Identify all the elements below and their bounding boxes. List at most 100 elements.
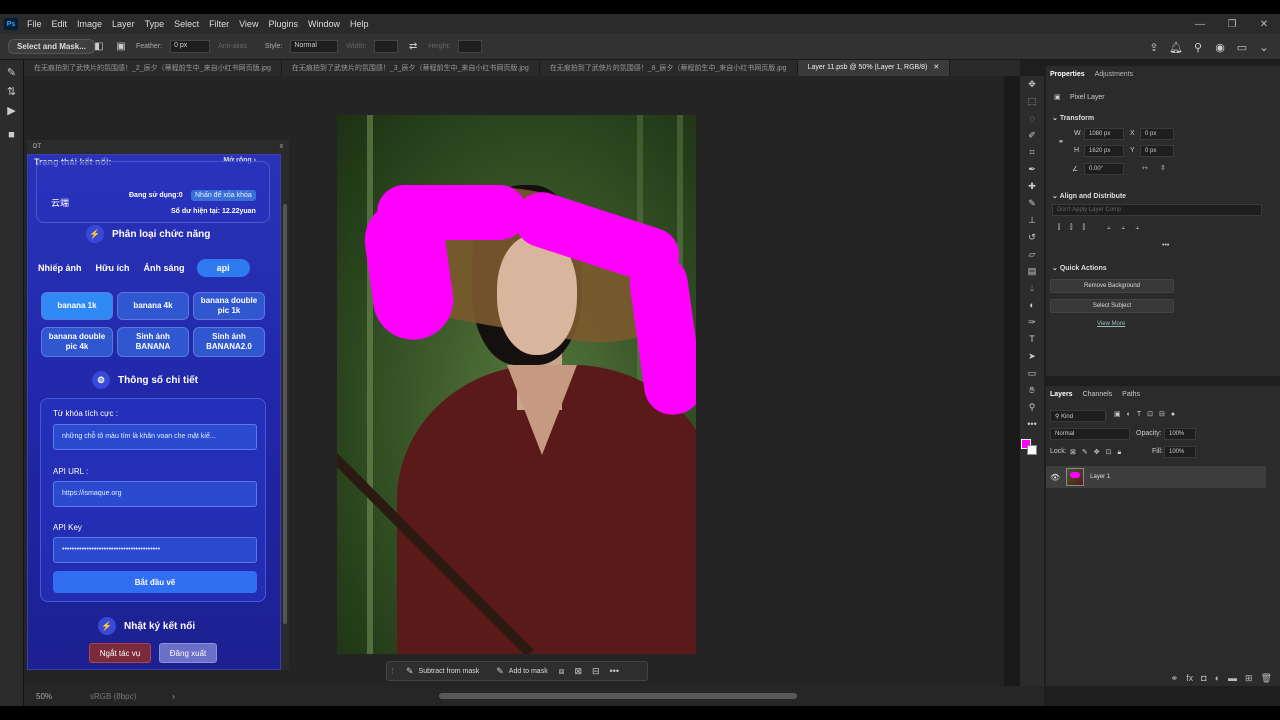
share-icon[interactable]: ⇪ [1144, 38, 1164, 56]
mask-invert-icon[interactable]: ⧈ [559, 666, 565, 677]
more-icon[interactable]: ••• [1162, 242, 1169, 249]
menu-edit[interactable]: Edit [52, 19, 68, 29]
feather-input[interactable]: 0 px [170, 40, 211, 53]
zoom-level[interactable]: 50% [36, 692, 52, 701]
api-url-input[interactable]: https://ismaque.org [53, 481, 257, 507]
tab-document-3[interactable]: 在无痕拍到了武侠片的氛围感！_8_辰夕（蒂程前生中_来自小红书网页版.jpg [540, 60, 798, 76]
maximize-icon[interactable]: ❐ [1216, 19, 1248, 30]
bell-icon[interactable]: 🔔︎ [1166, 38, 1186, 56]
y-field[interactable]: 0 px [1140, 145, 1174, 157]
angle-field[interactable]: 0.00° [1084, 163, 1124, 175]
width-field[interactable]: 1080 px [1084, 128, 1124, 140]
mask-refine-icon[interactable]: ⊠ [574, 666, 582, 677]
layer-comp-select[interactable]: Don't Apply Layer Comp [1052, 204, 1262, 216]
tab-paths[interactable]: Paths [1122, 391, 1140, 398]
menu-layer[interactable]: Layer [112, 19, 135, 29]
subtract-from-mask-button[interactable]: ✎ Subtract from mask [395, 663, 485, 679]
type-tool-icon[interactable]: T [1020, 331, 1044, 348]
menu-filter[interactable]: Filter [209, 19, 229, 29]
menu-image[interactable]: Image [77, 19, 102, 29]
gen-banana-button[interactable]: Sinh ảnh BANANA [117, 327, 189, 357]
more-tools-icon[interactable]: ••• [1020, 416, 1044, 433]
quick-actions-header[interactable]: ⌄ Quick Actions [1052, 264, 1107, 272]
blend-mode-select[interactable]: Normal [1050, 428, 1130, 440]
height-input[interactable] [458, 40, 483, 53]
eraser-icon[interactable]: ▱ [1020, 246, 1044, 263]
menu-help[interactable]: Help [350, 19, 369, 29]
eye-icon[interactable]: 👁︎ [1050, 473, 1060, 482]
start-drawing-button[interactable]: Bắt đầu vẽ [53, 571, 257, 593]
align-icons[interactable]: ⫿⫿⫿ ⫠⫠⫠ [1058, 224, 1149, 232]
lasso-tool-icon[interactable]: ◌ [1020, 110, 1044, 127]
menu-type[interactable]: Type [145, 19, 165, 29]
status-chevron-icon[interactable]: › [172, 692, 175, 701]
vertical-scrollbar[interactable] [1004, 76, 1020, 686]
link-icon[interactable]: ⚭ [1058, 138, 1064, 146]
eyedropper-icon[interactable]: ✒ [1020, 161, 1044, 178]
prompt-input[interactable]: những chỗ tô màu tím là khăn voan che mặ… [53, 424, 257, 450]
new-group-icon[interactable]: ▬ [1228, 673, 1237, 683]
pen-tool-icon[interactable]: ✑ [1020, 314, 1044, 331]
tab-document-active[interactable]: Layer 11.psb @ 50% (Layer 1, RGB/8) ✕ [797, 60, 951, 76]
tab-photography[interactable]: Nhiếp ảnh [38, 263, 82, 273]
stamp-tool-icon[interactable]: ⊥ [1020, 212, 1044, 229]
stop-task-button[interactable]: Ngắt tác vụ [89, 643, 151, 663]
flip-horizontal-icon[interactable]: ⇿ [1142, 164, 1148, 172]
align-header[interactable]: ⌄ Align and Distribute [1052, 192, 1126, 200]
antialias-checkbox[interactable]: Anti-alias [218, 43, 247, 50]
crop-tool-icon[interactable]: ⌗ [1020, 144, 1044, 161]
intersect-selection-icon[interactable]: ▣ [113, 39, 129, 55]
add-to-mask-button[interactable]: ✎ Add to mask [485, 663, 553, 679]
fx-icon[interactable]: fx [1186, 673, 1193, 683]
delete-layer-icon[interactable]: 🗑︎ [1261, 673, 1272, 684]
remove-background-button[interactable]: Remove Background [1050, 279, 1174, 293]
blur-tool-icon[interactable]: 💧︎ [1020, 280, 1044, 297]
banana-double-4k-button[interactable]: banana double pic 4k [41, 327, 113, 357]
scroll-thumb[interactable] [283, 204, 287, 624]
spot-heal-icon[interactable]: ✚ [1020, 178, 1044, 195]
hand-tool-icon[interactable]: ✋︎ [1020, 382, 1044, 399]
adjustment-layer-icon[interactable]: ◐ [1215, 673, 1220, 683]
lock-icons[interactable]: ⊠✎✥⊡🔒︎ [1070, 448, 1127, 457]
swatch-icon[interactable]: ■ [0, 129, 23, 141]
chevron-down-icon[interactable]: ⌄ [1254, 38, 1274, 56]
adjust-icon[interactable]: ⇅ [0, 85, 23, 98]
tab-adjustments[interactable]: Adjustments [1095, 71, 1134, 78]
logout-button[interactable]: Đăng xuất [159, 643, 217, 663]
transform-header[interactable]: ⌄ Transform [1052, 114, 1094, 122]
x-field[interactable]: 0 px [1140, 128, 1174, 140]
tab-api[interactable]: api [196, 259, 250, 277]
banana-double-1k-button[interactable]: banana double pic 1k [193, 292, 265, 320]
lightbulb-icon[interactable]: ◉ [1210, 38, 1230, 56]
brush-tool-icon[interactable]: ✎ [1020, 195, 1044, 212]
document-image[interactable] [337, 115, 696, 654]
menu-window[interactable]: Window [308, 19, 340, 29]
mask-apply-icon[interactable]: ⊟ [592, 666, 600, 677]
close-tab-icon[interactable]: ✕ [933, 64, 939, 71]
kind-filter[interactable]: ⚲ Kind [1050, 410, 1106, 422]
tab-properties[interactable]: Properties [1050, 71, 1085, 78]
tab-lighting[interactable]: Ánh sáng [144, 263, 185, 273]
more-icon[interactable]: ••• [610, 666, 619, 676]
search-icon[interactable]: ⚲ [1188, 38, 1208, 56]
history-brush-icon[interactable]: ↺ [1020, 229, 1044, 246]
zoom-tool-icon[interactable]: ⚲ [1020, 399, 1044, 416]
layer-name[interactable]: Layer 1 [1090, 474, 1110, 480]
panel-menu-icon[interactable]: ≡ [279, 144, 283, 150]
banana-1k-button[interactable]: banana 1k [41, 292, 113, 320]
close-icon[interactable]: ✕ [1248, 19, 1280, 30]
style-select[interactable]: Normal [290, 40, 339, 53]
filter-icons[interactable]: ▣◐T⊡⊟● [1114, 410, 1181, 418]
tab-useful[interactable]: Hữu ích [96, 263, 130, 273]
menu-file[interactable]: File [27, 19, 42, 29]
height-field[interactable]: 1620 px [1084, 145, 1124, 157]
plugin-scrollbar[interactable] [281, 154, 289, 670]
shape-tool-icon[interactable]: ▭ [1020, 365, 1044, 382]
brush-panel-icon[interactable]: ✎ [0, 66, 23, 79]
menu-view[interactable]: View [239, 19, 258, 29]
path-select-icon[interactable]: ➤ [1020, 348, 1044, 365]
opacity-field[interactable]: 100% [1164, 428, 1196, 440]
banana-4k-button[interactable]: banana 4k [117, 292, 189, 320]
quick-select-icon[interactable]: ✐ [1020, 127, 1044, 144]
tab-document-2[interactable]: 在无痕拍到了武侠片的氛围感！_3_辰夕（蒂程前生中_来自小红书网页版.jpg [282, 60, 540, 76]
